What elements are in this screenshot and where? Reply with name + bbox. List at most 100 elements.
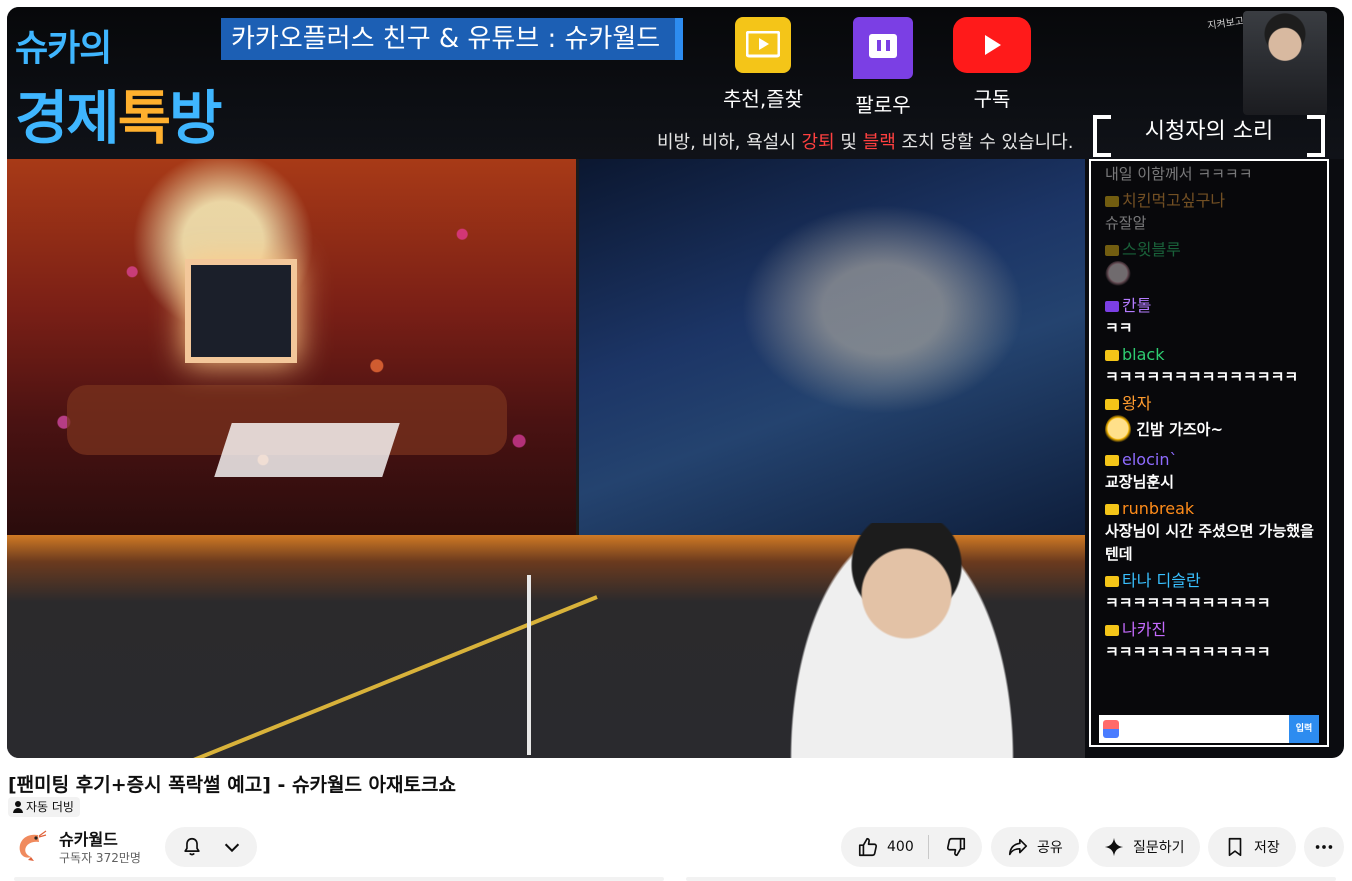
chat-message: 나카진 ㅋㅋㅋㅋㅋㅋㅋㅋㅋㅋㅋㅋ <box>1105 619 1317 664</box>
recommendation-edge <box>686 877 1336 881</box>
chat-message: 치킨먹고싶구나 슈잘알 <box>1105 190 1317 235</box>
chat-input-overlay: 입력 <box>1099 715 1319 743</box>
chat-message: 내일 이함께서 ㅋㅋㅋㅋ <box>1105 163 1317 186</box>
thumbs-down-icon[interactable] <box>945 836 967 858</box>
ask-label: 질문하기 <box>1133 840 1185 856</box>
chat-username-text: 나카진 <box>1122 620 1167 639</box>
chat-username: 치킨먹고싶구나 <box>1105 190 1317 212</box>
chat-title: 시청자의 소리 <box>1093 115 1325 157</box>
logo-line1: 슈카의 <box>15 28 112 69</box>
chat-bubble-icon <box>1105 625 1119 636</box>
chat-username: black <box>1105 344 1317 366</box>
subscribe-label: 구독 <box>973 87 1011 111</box>
top-webcam-image <box>1243 11 1327 115</box>
chevron-down-icon <box>224 843 240 853</box>
auto-dub-label: 자동 더빙 <box>26 800 74 814</box>
logo-part-b: 톡 <box>117 84 171 152</box>
streamer-webcam-image <box>787 523 1017 758</box>
chat-message-body: 긴밤 가즈아~ <box>1136 420 1224 439</box>
twitch-icon <box>853 17 913 79</box>
chat-message: 칸톨 ㅋㅋ <box>1105 295 1317 340</box>
chat-message-sticker <box>1105 261 1317 291</box>
chat-username: 타나 디슬란 <box>1105 570 1317 592</box>
table-shape <box>214 423 400 477</box>
more-horizontal-icon <box>1315 845 1333 849</box>
thumbs-up-icon[interactable] <box>857 836 879 858</box>
bookmark-icon <box>1228 837 1242 857</box>
chat-message-text: 긴밤 가즈아~ <box>1105 415 1317 445</box>
chat-message-text: 사장님이 시간 주셨으면 가능했을텐데 <box>1105 522 1314 563</box>
chat-message-text: ㅋㅋㅋㅋㅋㅋㅋㅋㅋㅋㅋㅋ <box>1105 594 1271 612</box>
chat-message-text: 슈잘알 <box>1105 214 1147 232</box>
road-edge-line <box>77 595 598 758</box>
chat-send-label: 입력 <box>1289 715 1319 743</box>
ask-button[interactable]: 질문하기 <box>1087 827 1200 867</box>
chat-message: 스윗블루 <box>1105 239 1317 291</box>
chat-avatar-icon <box>1103 720 1119 738</box>
chat-warning-text: 비방, 비하, 욕설시 강퇴 및 블랙 조치 당할 수 있습니다. <box>657 128 1073 154</box>
video-player[interactable]: 슈카의 경제톡방 카카오플러스 친구 & 유튜브 : 슈카월드 추천,즐찾 팔로… <box>7 7 1344 758</box>
chat-username-text: 스윗블루 <box>1122 240 1181 259</box>
chat-panel: 내일 이함께서 ㅋㅋㅋㅋ 치킨먹고싶구나 슈잘알 스윗블루 칸톨 ㅋㅋ blac… <box>1089 159 1329 747</box>
promo-banner: 카카오플러스 친구 & 유튜브 : 슈카월드 <box>221 18 683 60</box>
road-center-line <box>527 575 531 755</box>
chat-username: 칸톨 <box>1105 295 1317 317</box>
logo-part-a: 경제 <box>15 84 120 152</box>
chat-bubble-icon <box>1105 576 1119 587</box>
chat-username-text: elocin` <box>1122 450 1178 469</box>
stream-logo: 슈카의 경제톡방 <box>15 19 255 152</box>
sparkle-icon <box>1104 837 1124 857</box>
more-actions-button[interactable] <box>1304 827 1344 867</box>
recommend-label: 추천,즐찾 <box>723 87 803 111</box>
logo-line2: 경제톡방 <box>15 71 222 155</box>
chat-bubble-icon <box>1105 196 1119 207</box>
warning-prefix: 비방, 비하, 욕설시 <box>657 132 802 153</box>
karaoke-room-image <box>7 159 579 535</box>
chat-username-text: runbreak <box>1122 499 1195 518</box>
channel-name[interactable]: 슈카월드 <box>59 826 118 850</box>
kakao-play-icon <box>735 17 791 73</box>
follow-overlay: 팔로우 <box>843 17 923 118</box>
chat-message-text: ㅋㅋ <box>1105 319 1133 337</box>
milky-way-image <box>579 159 1085 535</box>
channel-avatar[interactable] <box>10 825 50 865</box>
chat-username: 왕자 <box>1105 393 1317 415</box>
share-button[interactable]: 공유 <box>991 827 1079 867</box>
chat-username: elocin` <box>1105 449 1317 471</box>
recommend-overlay: 추천,즐찾 <box>713 17 813 112</box>
video-title: [팬미팅 후기+증시 폭락썰 예고] - 슈카월드 아재토크쇼 <box>8 774 456 796</box>
subscriber-count: 구독자 372만명 <box>59 851 141 865</box>
chat-bubble-icon <box>1105 399 1119 410</box>
save-label: 저장 <box>1254 840 1280 856</box>
like-divider <box>927 835 929 859</box>
chat-bubble-icon <box>1105 504 1119 515</box>
chat-list: 내일 이함께서 ㅋㅋㅋㅋ 치킨먹고싶구나 슈잘알 스윗블루 칸톨 ㅋㅋ blac… <box>1105 163 1317 668</box>
notification-button[interactable] <box>165 827 257 867</box>
warning-suffix: 조치 당할 수 있습니다. <box>895 132 1074 153</box>
chat-username-text: 칸톨 <box>1122 296 1152 315</box>
like-count[interactable]: 400 <box>887 839 914 855</box>
chat-bubble-icon <box>1105 350 1119 361</box>
auto-dub-badge[interactable]: 자동 더빙 <box>8 797 80 817</box>
chat-username-text: 타나 디슬란 <box>1122 571 1201 590</box>
chat-username-text: 왕자 <box>1122 394 1152 413</box>
subscribe-overlay: 구독 <box>947 17 1037 112</box>
chat-bubble-icon <box>1105 245 1119 256</box>
chat-message-text: ㅋㅋㅋㅋㅋㅋㅋㅋㅋㅋㅋㅋㅋㅋ <box>1105 368 1299 386</box>
chat-username-text: black <box>1122 345 1165 364</box>
chat-message: black ㅋㅋㅋㅋㅋㅋㅋㅋㅋㅋㅋㅋㅋㅋ <box>1105 344 1317 389</box>
chat-message: 타나 디슬란 ㅋㅋㅋㅋㅋㅋㅋㅋㅋㅋㅋㅋ <box>1105 570 1317 615</box>
share-icon <box>1008 838 1028 856</box>
gold-character-sticker-icon <box>1105 415 1131 445</box>
save-button[interactable]: 저장 <box>1208 827 1296 867</box>
person-icon <box>12 801 24 813</box>
follow-label: 팔로우 <box>855 93 911 117</box>
chat-message-text: 내일 이함께서 ㅋㅋㅋㅋ <box>1105 165 1253 183</box>
chat-message: elocin` 교장님훈시 <box>1105 449 1317 494</box>
chat-message: 왕자 긴밤 가즈아~ <box>1105 393 1317 445</box>
description-box-edge <box>14 877 664 881</box>
chat-message-text: ㅋㅋㅋㅋㅋㅋㅋㅋㅋㅋㅋㅋ <box>1105 643 1271 661</box>
chat-username: 나카진 <box>1105 619 1317 641</box>
chat-username: 스윗블루 <box>1105 239 1317 261</box>
twitch-chat-icon <box>1105 301 1119 312</box>
